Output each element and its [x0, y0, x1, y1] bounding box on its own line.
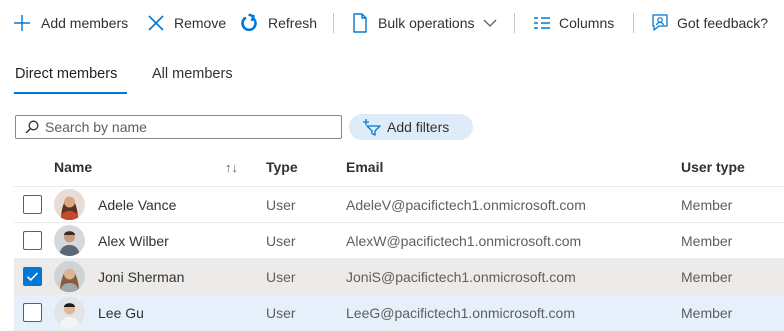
refresh-button[interactable]: Refresh	[240, 11, 317, 35]
member-type-cell: Member	[681, 233, 733, 249]
document-icon	[352, 13, 368, 33]
add-filters-button[interactable]: Add filters	[349, 114, 473, 140]
bulk-operations-dropdown[interactable]: Bulk operations	[352, 11, 497, 35]
user-name[interactable]: Adele Vance	[98, 197, 176, 213]
search-box	[15, 115, 342, 139]
avatar	[54, 261, 85, 292]
user-name[interactable]: Joni Sherman	[98, 269, 184, 285]
refresh-label: Refresh	[268, 15, 318, 31]
command-bar: Add members Remove Refresh Bulk operatio…	[0, 0, 784, 46]
add-members-label: Add members	[41, 15, 129, 31]
plus-icon	[13, 14, 31, 32]
remove-label: Remove	[174, 15, 227, 31]
toolbar-divider	[514, 13, 515, 33]
add-filters-label: Add filters	[387, 119, 450, 135]
chevron-down-icon	[483, 18, 497, 28]
column-header-type[interactable]: Type	[266, 159, 298, 175]
columns-button[interactable]: Columns	[533, 11, 614, 35]
member-type-cell: Member	[681, 269, 733, 285]
sort-icon[interactable]: ↑↓	[225, 160, 238, 175]
table-row[interactable]: Alex Wilber User AlexW@pacifictech1.onmi…	[14, 223, 784, 259]
user-email: LeeG@pacifictech1.onmicrosoft.com	[346, 305, 575, 321]
user-email: AdeleV@pacifictech1.onmicrosoft.com	[346, 197, 586, 213]
filter-icon	[361, 118, 381, 136]
tab-all-members[interactable]: All members	[152, 66, 233, 82]
user-name[interactable]: Lee Gu	[98, 305, 144, 321]
columns-icon	[533, 16, 551, 30]
user-name[interactable]: Alex Wilber	[98, 233, 169, 249]
row-checkbox[interactable]	[23, 195, 42, 214]
table-row[interactable]: Lee Gu User LeeG@pacifictech1.onmicrosof…	[14, 295, 784, 331]
column-header-name[interactable]: Name	[54, 159, 92, 175]
table-row[interactable]: Joni Sherman User JoniS@pacifictech1.onm…	[14, 259, 784, 295]
feedback-label: Got feedback?	[677, 15, 769, 31]
row-checkbox[interactable]	[23, 267, 42, 286]
column-header-user-type[interactable]: User type	[681, 159, 745, 175]
user-type-cell: User	[266, 305, 296, 321]
user-email: JoniS@pacifictech1.onmicrosoft.com	[346, 269, 576, 285]
close-icon	[147, 14, 165, 32]
column-header-email[interactable]: Email	[346, 159, 383, 175]
feedback-icon	[650, 13, 670, 33]
member-type-cell: Member	[681, 305, 733, 321]
table-row[interactable]: Adele Vance User AdeleV@pacifictech1.onm…	[14, 187, 784, 223]
row-checkbox[interactable]	[23, 303, 42, 322]
refresh-icon	[240, 13, 258, 33]
avatar	[54, 189, 85, 220]
row-checkbox[interactable]	[23, 231, 42, 250]
toolbar-divider	[633, 13, 634, 33]
avatar	[54, 297, 85, 328]
user-type-cell: User	[266, 197, 296, 213]
user-type-cell: User	[266, 269, 296, 285]
user-email: AlexW@pacifictech1.onmicrosoft.com	[346, 233, 582, 249]
active-tab-indicator	[14, 92, 127, 94]
remove-button[interactable]: Remove	[147, 11, 226, 35]
bulk-operations-label: Bulk operations	[378, 15, 475, 31]
toolbar-divider	[333, 13, 334, 33]
search-icon	[25, 120, 39, 134]
columns-label: Columns	[559, 15, 615, 31]
checkmark-icon	[26, 272, 39, 282]
member-type-cell: Member	[681, 197, 733, 213]
user-type-cell: User	[266, 233, 296, 249]
avatar	[54, 225, 85, 256]
search-input[interactable]	[45, 119, 335, 135]
feedback-button[interactable]: Got feedback?	[650, 11, 768, 35]
add-members-button[interactable]: Add members	[13, 11, 128, 35]
tab-direct-members[interactable]: Direct members	[15, 66, 117, 82]
